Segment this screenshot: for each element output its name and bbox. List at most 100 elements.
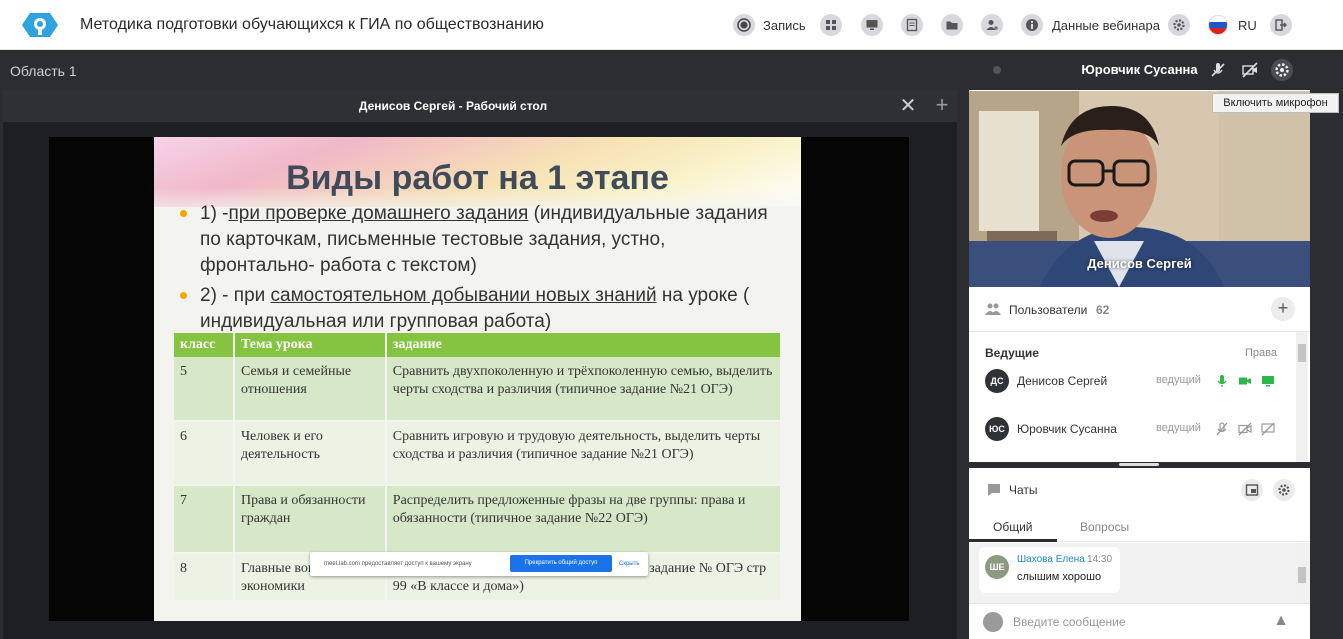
message-input[interactable]: [1013, 612, 1253, 632]
folder-icon: [941, 14, 963, 36]
table-cell: Распределить предложенные фразы на две г…: [385, 485, 783, 554]
chat-tabs: Общий Вопросы: [969, 512, 1310, 542]
users-title: Пользователи: [1009, 303, 1088, 317]
language-button[interactable]: RU: [1208, 12, 1257, 38]
tab-general[interactable]: Общий: [993, 520, 1033, 534]
mic-off-icon[interactable]: [1207, 59, 1229, 81]
document-icon: [901, 14, 923, 36]
share-notification-text: meet.lab.com предоставляет доступ к ваше…: [324, 561, 472, 567]
russia-flag-icon: [1208, 15, 1228, 35]
tab-questions[interactable]: Вопросы: [1080, 520, 1129, 534]
bullet-dot-icon: [180, 210, 187, 217]
send-icon[interactable]: ▲: [1269, 612, 1293, 632]
message-time: 14:30: [1087, 554, 1113, 565]
chat-window-icon[interactable]: [1241, 479, 1263, 501]
message-author[interactable]: Шахова Елена: [1017, 554, 1085, 565]
add-user-button[interactable]: +: [1271, 297, 1295, 321]
exit-button[interactable]: [1270, 12, 1292, 38]
screen-on-icon[interactable]: [1259, 372, 1277, 390]
camera-off-icon[interactable]: [1239, 59, 1261, 81]
table-cell: Семья и семейные отношения: [233, 357, 387, 422]
chat-messages: ШЕ Шахова Елена 14:30 слышим хорошо: [969, 543, 1310, 603]
table-cell: Сравнить игровую и трудовую деятельность…: [385, 421, 783, 486]
layout-button[interactable]: [820, 12, 842, 38]
table-header: Тема урока: [233, 333, 387, 357]
table-cell: Сравнить двухпоколенную и трёхпоколенную…: [385, 357, 783, 422]
mic-off-icon[interactable]: [1213, 420, 1231, 438]
table-cell: 5: [174, 357, 235, 422]
user-row[interactable]: ЮС Юровчик Сусанна ведущий: [969, 409, 1295, 449]
info-icon: [1021, 14, 1043, 36]
table-header: задание: [385, 333, 783, 357]
panel-edge: [1310, 50, 1343, 639]
stop-sharing-button[interactable]: Прекратить общий доступ: [510, 555, 612, 572]
app-logo-icon[interactable]: [22, 11, 58, 39]
right-panel: Юровчик Сусанна Денисов Сергей Включить …: [969, 50, 1343, 639]
tooltip: Включить микрофон: [1212, 93, 1339, 113]
app-title: Методика подготовки обучающихся к ГИА по…: [80, 16, 544, 33]
users-icon: [985, 302, 1001, 321]
rights-label: Права: [1245, 347, 1277, 359]
user-role: ведущий: [1156, 374, 1201, 386]
video-participant-name: Денисов Сергей: [1087, 256, 1192, 271]
screen-off-icon[interactable]: [1259, 420, 1277, 438]
camera-on-icon[interactable]: [1236, 372, 1254, 390]
area-label: Область 1: [10, 63, 77, 79]
table-cell: 7: [174, 485, 235, 554]
chat-scrollbar[interactable]: [1296, 543, 1308, 603]
table-header: класс: [174, 333, 235, 357]
settings-button[interactable]: [1168, 12, 1190, 38]
active-tab-indicator: [969, 539, 1057, 542]
emoji-icon[interactable]: [983, 612, 1003, 632]
chat-composer: ▲: [969, 603, 1310, 639]
gear-icon[interactable]: [1271, 59, 1293, 81]
chat-icon: [987, 483, 1001, 502]
chat-message: ШЕ Шахова Елена 14:30 слышим хорошо: [979, 547, 1120, 593]
webinar-data-label: Данные вебинара: [1052, 17, 1160, 33]
table-cell: Человек и его деятельность: [233, 421, 387, 486]
slide-bullet-1: 1) -при проверке домашнего задания (инди…: [180, 201, 780, 279]
slide-title: Виды работ на 1 этапе: [286, 159, 669, 197]
screen-share-button[interactable]: [861, 12, 883, 38]
record-icon: [733, 14, 755, 36]
camera-off-icon[interactable]: [1236, 420, 1254, 438]
close-icon[interactable]: ✕: [898, 96, 918, 116]
add-area-button[interactable]: +: [931, 94, 953, 116]
mic-on-icon[interactable]: [1213, 372, 1231, 390]
user-settings-button[interactable]: [981, 12, 1003, 38]
record-button[interactable]: Запись: [733, 12, 806, 38]
screen-share-header: Денисов Сергей - Рабочий стол ✕ +: [3, 90, 957, 122]
video-header: Юровчик Сусанна: [969, 50, 1310, 90]
bullet-1-prefix: 1) -: [200, 203, 229, 224]
files-button[interactable]: [941, 12, 963, 38]
presentation-slide: Виды работ на 1 этапе 1) -при проверке д…: [154, 137, 801, 621]
screen-share-notification: meet.lab.com предоставляет доступ к ваше…: [310, 552, 648, 576]
screen-share-title: Денисов Сергей - Рабочий стол: [358, 99, 548, 113]
scrollbar-thumb[interactable]: [1298, 567, 1306, 583]
webinar-data-button[interactable]: Данные вебинара: [1021, 12, 1160, 38]
video-feed: Денисов Сергей: [969, 91, 1310, 287]
table-row: 5 Семья и семейные отношения Сравнить дв…: [174, 357, 783, 422]
bullet-2-text: 2) - при самостоятельном добывании новых…: [200, 283, 780, 335]
message-text: слышим хорошо: [1017, 571, 1102, 583]
hide-notification-link[interactable]: Скрыть: [619, 561, 639, 567]
gear-icon[interactable]: [1273, 479, 1295, 501]
chat-header: Чаты: [969, 468, 1310, 512]
record-label: Запись: [763, 17, 806, 33]
documents-button[interactable]: [901, 12, 923, 38]
users-scrollbar[interactable]: [1296, 332, 1308, 462]
table-row: 7 Права и обязанности граждан Распредели…: [174, 485, 783, 554]
scrollbar-thumb[interactable]: [1298, 344, 1306, 362]
table-row: 6 Человек и его деятельность Сравнить иг…: [174, 421, 783, 486]
user-role: ведущий: [1156, 422, 1201, 434]
exit-icon: [1270, 14, 1292, 36]
monitor-icon: [861, 14, 883, 36]
bullet-2-prefix: 2) - при: [200, 285, 271, 306]
users-count: 62: [1096, 303, 1110, 317]
gear-icon: [1168, 14, 1190, 36]
slide-bullet-2: 2) - при самостоятельном добывании новых…: [180, 283, 780, 335]
resize-grip[interactable]: [1119, 463, 1159, 466]
bullet-dot-icon: [180, 292, 187, 299]
user-row[interactable]: ДС Денисов Сергей ведущий: [969, 361, 1295, 401]
user-gear-icon: [981, 14, 1003, 36]
